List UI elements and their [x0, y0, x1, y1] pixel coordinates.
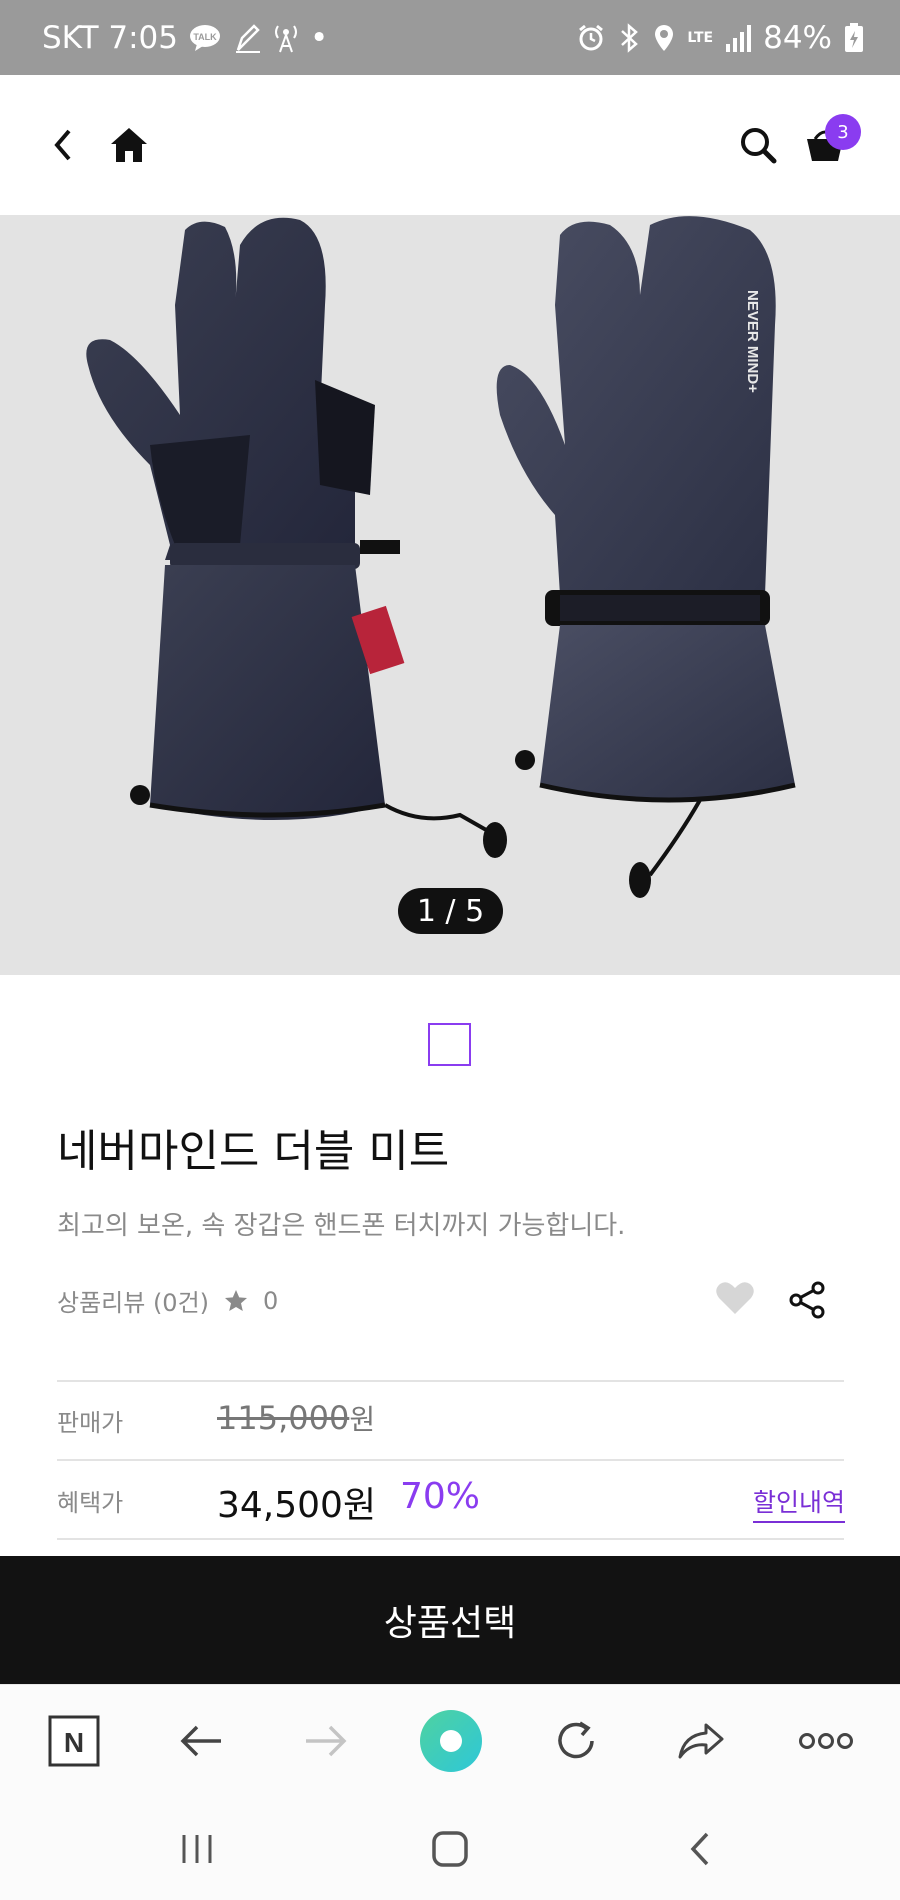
- browser-forward-button[interactable]: [295, 1710, 357, 1772]
- arrow-right-icon: [306, 1725, 347, 1757]
- right-glove-graphic: NEVER MIND+: [496, 216, 796, 898]
- gallery-pager: 1 / 5: [398, 888, 503, 934]
- list-price-unit: 원: [349, 1403, 376, 1436]
- battery-percent: 84%: [763, 20, 832, 56]
- naver-icon: N: [48, 1715, 100, 1767]
- home-button[interactable]: [99, 115, 159, 175]
- system-nav-bar: [0, 1794, 900, 1900]
- system-home-button[interactable]: [420, 1824, 480, 1874]
- discount-detail-link[interactable]: 할인내역: [753, 1483, 846, 1523]
- status-left: SKT 7:05 TALK •: [42, 20, 328, 56]
- app-header: [0, 75, 900, 215]
- talk-icon: TALK: [188, 23, 222, 53]
- heart-icon: [716, 1282, 754, 1314]
- whale-button[interactable]: [419, 1709, 483, 1773]
- browser-toolbar: N: [0, 1684, 900, 1794]
- star-icon: [225, 1289, 248, 1311]
- pen-icon: [232, 22, 262, 54]
- recents-icon: [182, 1835, 212, 1863]
- search-icon: [741, 128, 777, 164]
- more-menu-button[interactable]: [795, 1710, 857, 1772]
- wishlist-button[interactable]: [715, 1280, 763, 1320]
- browser-back-button[interactable]: [170, 1710, 232, 1772]
- location-icon: [653, 23, 675, 53]
- recents-button[interactable]: [167, 1824, 227, 1874]
- benefit-price-label: 혜택가: [57, 1489, 124, 1517]
- whale-icon: [420, 1710, 482, 1772]
- list-price: 115,000원: [217, 1398, 375, 1438]
- forward-share-icon: [678, 1723, 724, 1759]
- back-chevron-icon: [54, 129, 71, 161]
- bluetooth-icon: [617, 23, 641, 53]
- home-icon: [111, 128, 147, 162]
- naver-home-button[interactable]: N: [43, 1710, 105, 1772]
- left-glove-graphic: [86, 217, 507, 858]
- product-title: 네버마인드 더블 미트: [57, 1126, 450, 1177]
- discount-rate: 70%: [400, 1476, 481, 1517]
- network-type: LTE: [687, 30, 714, 46]
- glove-brand-print: NEVER MIND+: [744, 290, 761, 393]
- more-icon: [799, 1733, 853, 1749]
- status-right: LTE 84%: [577, 20, 864, 56]
- reload-icon: [558, 1721, 594, 1759]
- reload-button[interactable]: [545, 1710, 607, 1772]
- divider-top: [57, 1380, 844, 1382]
- product-image-gallery[interactable]: NEVER MIND+: [0, 215, 900, 975]
- gloves-product-photo: NEVER MIND+: [86, 216, 796, 898]
- search-button[interactable]: [728, 115, 788, 175]
- list-price-label: 판매가: [57, 1409, 124, 1437]
- talk-badge-text: TALK: [193, 32, 217, 42]
- home-square-icon: [432, 1831, 468, 1867]
- review-summary[interactable]: 상품리뷰 (0건) 0: [57, 1283, 278, 1318]
- divider-middle: [57, 1459, 844, 1461]
- cart-count-badge: 3: [825, 114, 861, 150]
- status-bar: SKT 7:05 TALK • LTE 84%: [0, 0, 900, 75]
- battery-icon: [844, 23, 864, 53]
- antenna-icon: [272, 22, 300, 54]
- alarm-icon: [577, 24, 605, 52]
- rating-value: 0: [263, 1286, 279, 1315]
- arrow-left-icon: [180, 1725, 221, 1757]
- nav-back-icon: [690, 1832, 709, 1866]
- carrier-time: SKT 7:05: [42, 20, 179, 56]
- review-label: 상품리뷰 (0건): [57, 1289, 210, 1317]
- share-icon: [789, 1281, 825, 1319]
- naver-logo-text: N: [64, 1727, 84, 1758]
- thumbnail-placeholder[interactable]: [428, 1023, 471, 1066]
- sale-price: 34,500원: [217, 1485, 377, 1526]
- notification-dot: •: [310, 20, 329, 56]
- back-button[interactable]: [33, 115, 93, 175]
- select-product-button[interactable]: 상품선택: [0, 1556, 900, 1684]
- list-price-value: 115,000: [217, 1399, 350, 1437]
- signal-icon: [725, 24, 752, 52]
- share-button[interactable]: [787, 1280, 831, 1324]
- browser-share-button[interactable]: [670, 1710, 732, 1772]
- divider-bottom: [57, 1538, 844, 1540]
- product-subtitle: 최고의 보온, 속 장갑은 핸드폰 터치까지 가능합니다.: [57, 1211, 626, 1241]
- system-back-button[interactable]: [670, 1824, 730, 1874]
